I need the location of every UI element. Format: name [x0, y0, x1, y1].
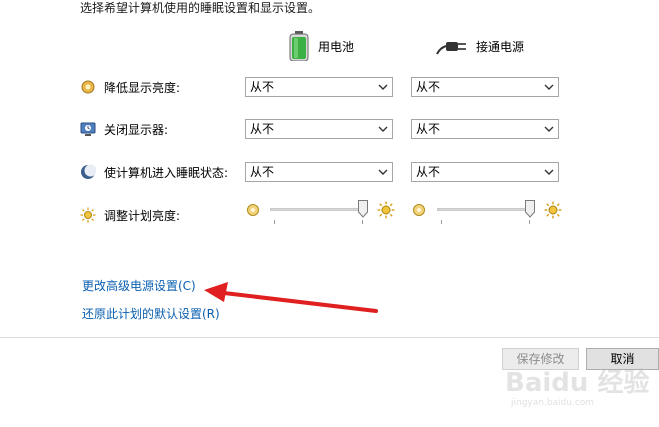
row-sleep: 使计算机进入睡眠状态:: [80, 162, 228, 182]
baidu-watermark: Baidu 经验 jingyan.baidu.com: [505, 362, 655, 412]
select-value: 从不: [416, 122, 441, 136]
monitor-icon: [80, 122, 96, 136]
sleep-battery-select[interactable]: 从不: [245, 162, 393, 182]
select-value: 从不: [250, 165, 275, 179]
slider-tick: [441, 220, 442, 224]
bright-sun-icon: [544, 201, 562, 219]
chevron-down-icon: [378, 169, 388, 175]
slider-thumb[interactable]: [525, 200, 535, 218]
slider-track: [437, 208, 535, 211]
row-label: 关闭显示器:: [104, 122, 169, 137]
dim-display-icon: [81, 80, 95, 94]
battery-column-label: 用电池: [318, 39, 355, 54]
chevron-down-icon: [378, 126, 388, 132]
turn-off-display-battery-select[interactable]: 从不: [245, 119, 393, 139]
watermark-url: jingyan.baidu.com: [511, 398, 595, 408]
chevron-down-icon: [378, 84, 388, 90]
select-value: 从不: [250, 80, 275, 94]
slider-thumb[interactable]: [358, 200, 368, 218]
select-value: 从不: [416, 165, 441, 179]
brightness-slider-battery[interactable]: [270, 200, 368, 224]
sleep-plugged-select[interactable]: 从不: [411, 162, 559, 182]
row-brightness: 调整计划亮度:: [80, 205, 180, 225]
row-label: 使计算机进入睡眠状态:: [104, 165, 229, 180]
slider-track: [270, 208, 368, 211]
plugged-column-label: 接通电源: [476, 39, 525, 54]
row-label: 降低显示亮度:: [104, 80, 181, 95]
chevron-down-icon: [544, 84, 554, 90]
intro-text: 选择希望计算机使用的睡眠设置和显示设置。: [80, 1, 321, 15]
moon-icon: [81, 164, 96, 179]
column-header-plugged: 接通电源: [436, 33, 524, 59]
annotation-arrow: [204, 282, 378, 313]
row-turn-off-display: 关闭显示器:: [80, 119, 168, 139]
dim-brightness-icon: [413, 204, 425, 216]
slider-tick: [274, 220, 275, 224]
dim-display-plugged-select[interactable]: 从不: [411, 77, 559, 97]
dim-brightness-icon: [247, 204, 259, 216]
select-value: 从不: [416, 80, 441, 94]
battery-icon: [289, 31, 309, 61]
slider-tick: [362, 220, 363, 224]
chevron-down-icon: [544, 169, 554, 175]
row-dim-display: 降低显示亮度:: [80, 77, 180, 97]
chevron-down-icon: [544, 126, 554, 132]
dim-display-battery-select[interactable]: 从不: [245, 77, 393, 97]
turn-off-display-plugged-select[interactable]: 从不: [411, 119, 559, 139]
row-label: 调整计划亮度:: [104, 208, 181, 223]
brightness-slider-plugged[interactable]: [437, 200, 535, 224]
advanced-power-settings-link[interactable]: 更改高级电源设置(C): [82, 277, 196, 294]
slider-tick: [529, 220, 530, 224]
column-header-battery: 用电池: [288, 31, 355, 61]
watermark-brand: Baidu 经验: [505, 368, 650, 398]
sun-icon: [80, 207, 96, 223]
power-plug-icon: [436, 42, 466, 55]
footer-divider: [0, 337, 659, 338]
select-value: 从不: [250, 122, 275, 136]
bright-sun-icon: [377, 201, 395, 219]
